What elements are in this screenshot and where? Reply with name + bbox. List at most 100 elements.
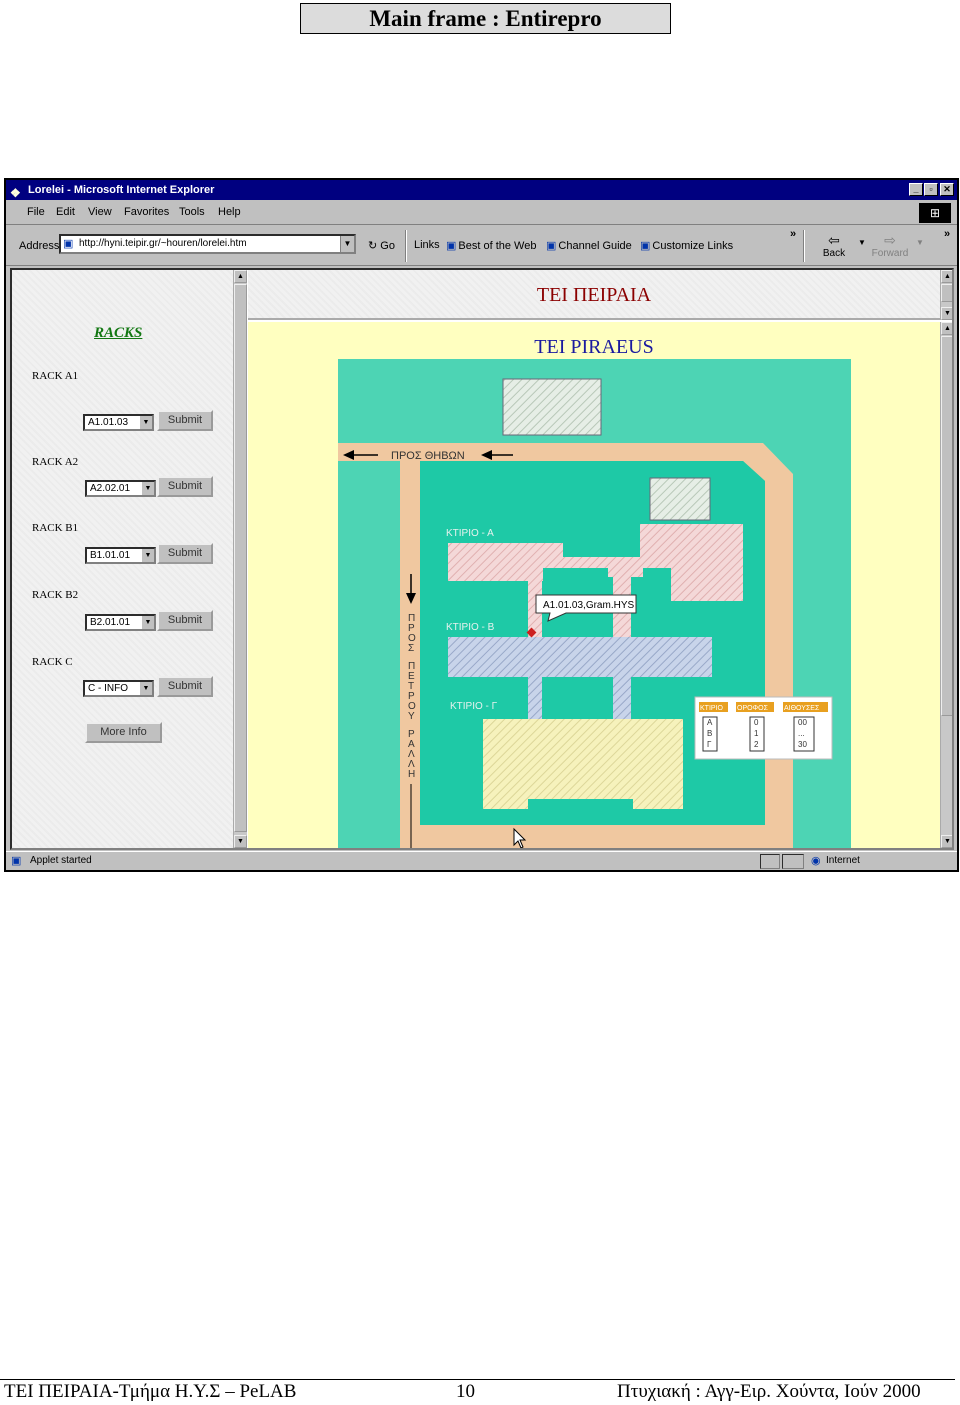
status-text: Applet started [30, 855, 92, 866]
window-title: Lorelei - Microsoft Internet Explorer [28, 184, 215, 196]
legend-value: 1 [754, 729, 759, 738]
dropdown-arrow-icon: ▼ [140, 682, 152, 695]
link-channel-guide[interactable]: ▣ Channel Guide [546, 239, 632, 252]
scroll-up-icon[interactable]: ▲ [941, 322, 952, 335]
legend-value: ... [798, 729, 805, 738]
footer-left: TEI ΠΕΙΡΑΙΑ-Τμήμα Η.Υ.Σ – PeLAB [4, 1381, 297, 1402]
rack-a1-submit-button[interactable]: Submit [157, 410, 213, 431]
racks-title: RACKS [94, 325, 143, 341]
menu-view[interactable]: View [88, 206, 112, 218]
forward-dropdown-icon[interactable]: ▼ [916, 238, 924, 247]
back-arrow-icon: ⇦ [828, 232, 840, 248]
footer-rule [0, 1379, 955, 1380]
racks-frame-scrollbar[interactable]: ▲ ▼ [233, 270, 247, 848]
rack-a2-select[interactable]: A2.02.01 ▼ [85, 480, 156, 497]
footer-page-number: 10 [456, 1381, 475, 1402]
rack-b2-submit-button[interactable]: Submit [157, 610, 213, 631]
toolbar-separator [405, 230, 407, 262]
back-dropdown-icon[interactable]: ▼ [858, 238, 866, 247]
road-bottom [420, 825, 765, 848]
address-input[interactable]: ▣ http://hyni.teipir.gr/~houren/lorelei.… [59, 234, 356, 254]
address-label: Address [19, 240, 60, 252]
scroll-thumb[interactable] [234, 284, 247, 832]
legend-header-floor: ΟΡΟΦΟΣ [737, 705, 769, 712]
rack-a1-select[interactable]: A1.01.03 ▼ [83, 414, 154, 431]
building-annex [649, 477, 711, 521]
browser-window: ❖ Lorelei - Microsoft Internet Explorer … [4, 178, 959, 872]
legend-header-building: ΚΤΙΡΙΟ [700, 705, 724, 712]
map-frame: TEI PIRAEUS ΠΡΟΣ ΘΗΒΩΝ Π Ρ Ο Σ Π Ε Τ Ρ Ο… [248, 322, 940, 848]
map-frame-scrollbar[interactable]: ▲ ▼ [940, 322, 952, 848]
menu-help[interactable]: Help [218, 206, 241, 218]
scroll-up-icon[interactable]: ▲ [234, 270, 247, 283]
rack-b2-select[interactable]: B2.01.01 ▼ [85, 614, 156, 631]
dropdown-arrow-icon: ▼ [142, 616, 154, 629]
road-top-label: ΠΡΟΣ ΘΗΒΩΝ [391, 450, 465, 462]
globe-icon: ◉ [811, 855, 821, 867]
dropdown-arrow-icon: ▼ [142, 482, 154, 495]
status-page-icon: ▣ [11, 855, 22, 867]
link-page-icon: ▣ [640, 240, 651, 252]
legend-value: 0 [754, 718, 759, 727]
go-button[interactable]: ↻ Go [368, 239, 395, 252]
go-arrow-icon: ↻ [368, 240, 378, 252]
maximize-button[interactable]: ▫ [924, 183, 938, 196]
address-dropdown-icon[interactable]: ▼ [340, 236, 354, 252]
dropdown-arrow-icon: ▼ [142, 549, 154, 562]
link-customize-links[interactable]: ▣ Customize Links [640, 239, 733, 252]
rack-c-submit-button[interactable]: Submit [157, 676, 213, 697]
building-b-label: ΚΤΙΡΙΟ - Β [446, 622, 495, 633]
menu-favorites[interactable]: Favorites [124, 206, 169, 218]
scroll-thumb[interactable] [941, 284, 952, 302]
rack-b1-submit-button[interactable]: Submit [157, 543, 213, 564]
address-url: http://hyni.teipir.gr/~houren/lorelei.ht… [79, 238, 247, 249]
building-c [483, 719, 683, 809]
links-label: Links [414, 239, 440, 251]
more-info-button[interactable]: More Info [85, 722, 162, 743]
rack-b2-label: RACK B2 [32, 589, 79, 601]
toolbar-chevron-icon[interactable]: » [944, 228, 950, 240]
dropdown-arrow-icon: ▼ [140, 416, 152, 429]
building-a-label: ΚΤΙΡΙΟ - Α [446, 528, 494, 539]
page-content: RACKS RACK A1 A1.01.03 ▼ Submit RACK A2 A… [10, 268, 954, 850]
status-panel [760, 854, 780, 869]
rack-c-select[interactable]: C - INFO ▼ [83, 680, 154, 697]
links-chevron-icon[interactable]: » [790, 228, 796, 240]
status-bar: ▣ Applet started ◉ Internet [6, 851, 957, 870]
scroll-down-icon[interactable]: ▼ [234, 835, 247, 848]
address-toolbar: Address ▣ http://hyni.teipir.gr/~houren/… [6, 226, 957, 266]
menu-edit[interactable]: Edit [56, 206, 75, 218]
scroll-up-icon[interactable]: ▲ [941, 270, 952, 283]
building-c-label: ΚΤΙΡΙΟ - Γ [450, 701, 498, 712]
rack-b1-select[interactable]: B1.01.01 ▼ [85, 547, 156, 564]
windows-logo-icon: ⊞ [919, 203, 951, 223]
title-bar[interactable]: ❖ Lorelei - Microsoft Internet Explorer … [6, 180, 957, 200]
menu-bar: File Edit View Favorites Tools Help ⊞ [6, 201, 957, 225]
minimize-button[interactable]: _ [909, 183, 923, 196]
rack-a1-label: RACK A1 [32, 370, 79, 382]
racks-frame: RACKS RACK A1 A1.01.03 ▼ Submit RACK A2 A… [12, 270, 236, 848]
scroll-down-icon[interactable]: ▼ [941, 307, 952, 320]
english-title: TEI PIRAEUS [534, 336, 654, 358]
close-button[interactable]: ✕ [940, 183, 954, 196]
rack-c-label: RACK C [32, 656, 73, 668]
greek-title-frame: TEI ΠΕΙΡΑΙΑ [248, 270, 940, 320]
page-icon: ▣ [63, 238, 74, 250]
scroll-down-icon[interactable]: ▼ [941, 835, 952, 848]
rack-a2-submit-button[interactable]: Submit [157, 476, 213, 497]
legend-value: 2 [754, 740, 759, 749]
rack-b1-label: RACK B1 [32, 522, 79, 534]
legend-header-rooms: ΑΙΘΟΥΣΕΣ [784, 705, 820, 712]
link-best-of-web[interactable]: ▣ Best of the Web [446, 239, 536, 252]
forward-button[interactable]: ⇨ Forward [870, 232, 910, 259]
campus-map[interactable]: ΠΡΟΣ ΘΗΒΩΝ ΠΡΟΣ ΠΕΤΡΟΥ ΡΑΛΛΗ ΚΤΙΡΙΟ - Α [338, 359, 851, 848]
title-frame-scrollbar[interactable]: ▲ ▼ [940, 270, 952, 320]
greek-title: TEI ΠΕΙΡΑΙΑ [536, 284, 652, 306]
back-button[interactable]: ⇦ Back [814, 232, 854, 259]
menu-tools[interactable]: Tools [179, 206, 205, 218]
menu-file[interactable]: File [27, 206, 45, 218]
legend-value: B [707, 729, 712, 738]
tooltip-text: A1.01.03,Gram.HYS [543, 600, 634, 611]
legend-value: 00 [798, 718, 807, 727]
scroll-thumb[interactable] [941, 336, 952, 716]
